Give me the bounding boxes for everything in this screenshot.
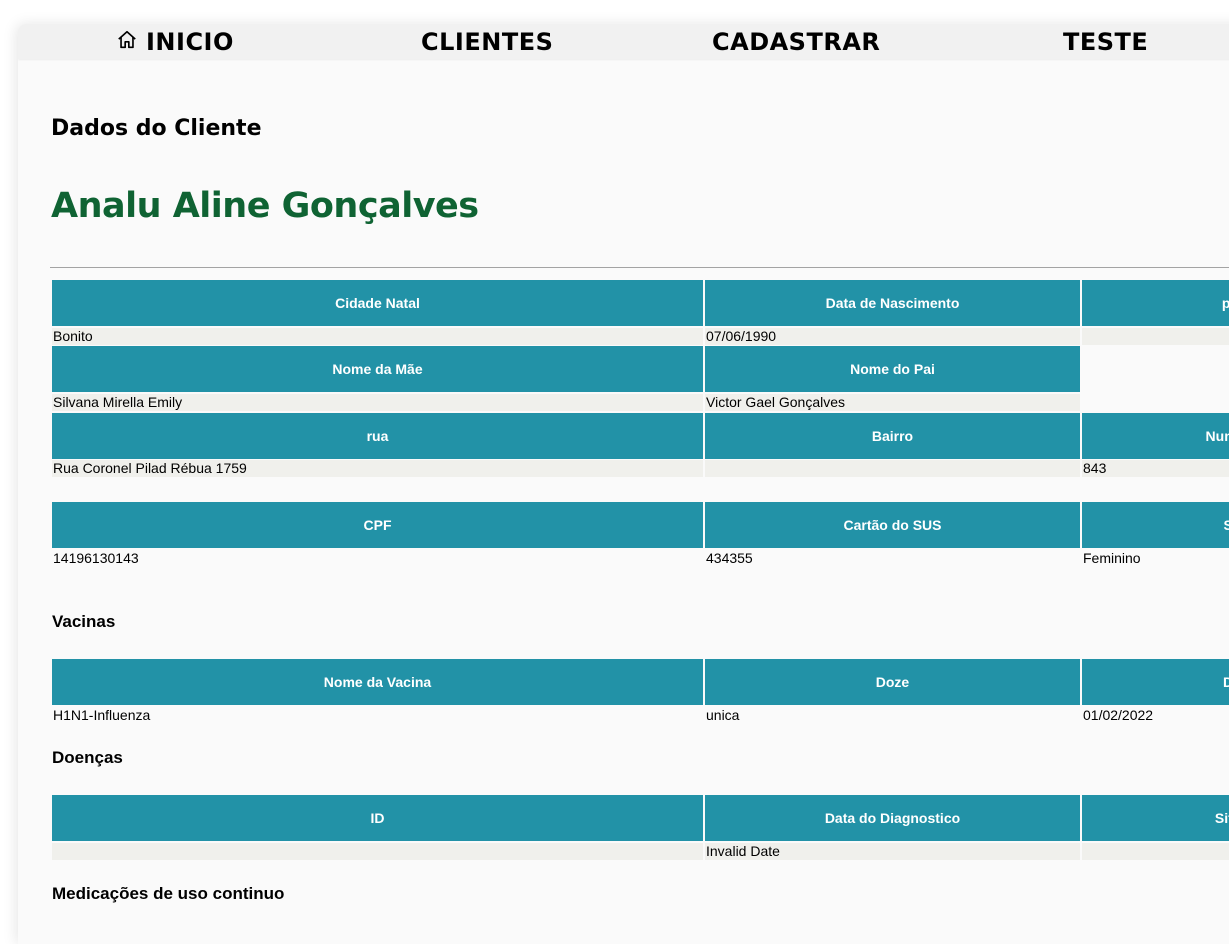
header-doze: Doze	[705, 659, 1080, 705]
cell-rua: Rua Coronel Pilad Rébua 1759	[52, 460, 703, 477]
header-cidade-natal: Cidade Natal	[52, 280, 703, 326]
cell-data-nascimento: 07/06/1990	[705, 328, 1080, 345]
cell-nome-pai: Victor Gael Gonçalves	[705, 394, 1080, 411]
header-cpf: CPF	[52, 502, 703, 548]
cell-cidade-natal: Bonito	[52, 328, 703, 345]
header-situacao: Situa	[1082, 795, 1229, 841]
nav-home-label: INICIO	[146, 28, 234, 56]
header-plano: pla	[1082, 280, 1229, 326]
header-data-nascimento: Data de Nascimento	[705, 280, 1080, 326]
cell-nome-vacina: H1N1-Influenza	[53, 707, 151, 723]
cell-cartao-sus: 434355	[706, 550, 753, 566]
cell-cpf: 14196130143	[53, 550, 139, 566]
cell-nome-mae: Silvana Mirella Emily	[52, 394, 703, 411]
header-data-diagnostico: Data do Diagnostico	[705, 795, 1080, 841]
cell-doze: unica	[706, 707, 740, 723]
cell-bairro	[705, 460, 1080, 477]
header-nome-pai: Nome do Pai	[705, 346, 1080, 392]
header-cartao-sus: Cartão do SUS	[705, 502, 1080, 548]
header-data-vacina: Da	[1082, 659, 1229, 705]
nav-home[interactable]: INICIO	[116, 28, 234, 56]
home-icon	[118, 30, 136, 49]
page-title: Dados do Cliente	[51, 116, 262, 141]
header-nome-vacina: Nome da Vacina	[52, 659, 703, 705]
header-nome-mae: Nome da Mãe	[52, 346, 703, 392]
cell-situacao	[1082, 843, 1229, 860]
header-rua: rua	[52, 413, 703, 459]
divider	[50, 267, 1229, 268]
header-sexo: Se	[1082, 502, 1229, 548]
client-card: INICIO CLIENTES CADASTRAR TESTE Dados do…	[18, 24, 1229, 944]
nav-clients[interactable]: CLIENTES	[421, 28, 553, 56]
header-numero: Numero	[1082, 413, 1229, 459]
cell-id	[52, 843, 703, 860]
section-vacinas-title: Vacinas	[52, 612, 116, 631]
client-name: Analu Aline Gonçalves	[51, 186, 479, 226]
cell-plano	[1082, 328, 1229, 345]
section-medicacoes-title: Medicações de uso continuo	[52, 884, 285, 903]
header-id: ID	[52, 795, 703, 841]
header-bairro: Bairro	[705, 413, 1080, 459]
cell-data-vacina: 01/02/2022	[1083, 707, 1154, 723]
nav-test[interactable]: TESTE	[1063, 28, 1148, 56]
top-nav: INICIO CLIENTES CADASTRAR TESTE	[18, 24, 1229, 59]
section-doencas-title: Doenças	[52, 748, 123, 767]
cell-sexo: Feminino	[1083, 550, 1141, 566]
nav-register[interactable]: CADASTRAR	[712, 28, 880, 56]
cell-numero: 843	[1082, 460, 1229, 477]
cell-data-diagnostico: Invalid Date	[705, 843, 1080, 860]
